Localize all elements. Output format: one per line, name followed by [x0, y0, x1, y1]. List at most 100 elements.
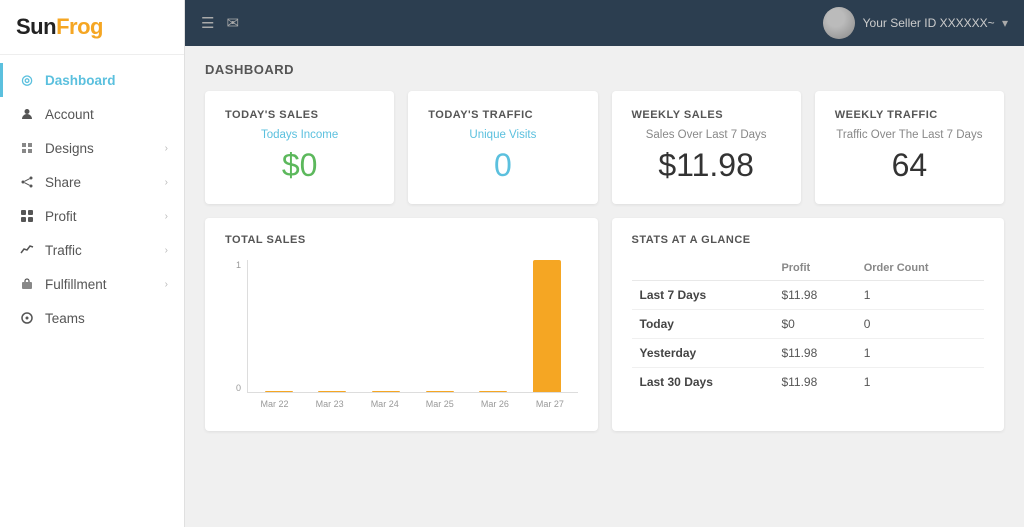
x-label-mar23: Mar 23 [316, 399, 344, 409]
sidebar-item-account[interactable]: Account [0, 97, 184, 131]
x-label-mar24: Mar 24 [371, 399, 399, 409]
mail-icon[interactable]: ✉ [226, 14, 239, 32]
sidebar-item-label-designs: Designs [45, 141, 94, 156]
row-count-yesterday: 1 [856, 339, 984, 368]
row-profit-yesterday: $11.98 [773, 339, 855, 368]
sidebar-item-dashboard[interactable]: ◎ Dashboard [0, 63, 184, 97]
glance-title: STATS AT A GLANCE [632, 234, 985, 246]
row-profit-today: $0 [773, 310, 855, 339]
stat-value-todays-traffic: 0 [428, 147, 577, 184]
topbar: ☰ ✉ Your Seller ID XXXXXX~ ▾ [185, 0, 1024, 46]
sidebar-item-label-teams: Teams [45, 311, 85, 326]
row-profit-last7: $11.98 [773, 281, 855, 310]
stat-title-todays-traffic: TODAY'S TRAFFIC [428, 109, 577, 121]
sidebar-item-share[interactable]: Share › [0, 165, 184, 199]
stat-value-weekly-sales: $11.98 [632, 147, 781, 184]
table-row: Last 7 Days $11.98 1 [632, 281, 985, 310]
bar-group-mar27 [533, 260, 561, 392]
sidebar-item-label-traffic: Traffic [45, 243, 82, 258]
row-profit-last30: $11.98 [773, 368, 855, 397]
account-icon [19, 106, 35, 122]
y-label-1: 1 [236, 260, 241, 270]
stat-subtitle-weekly-traffic: Traffic Over The Last 7 Days [835, 129, 984, 141]
table-row: Yesterday $11.98 1 [632, 339, 985, 368]
main-area: ☰ ✉ Your Seller ID XXXXXX~ ▾ DASHBOARD T… [185, 0, 1024, 527]
sidebar-item-label-share: Share [45, 175, 81, 190]
stat-card-weekly-traffic: WEEKLY TRAFFIC Traffic Over The Last 7 D… [815, 91, 1004, 204]
stat-card-weekly-sales: WEEKLY SALES Sales Over Last 7 Days $11.… [612, 91, 801, 204]
stat-title-weekly-sales: WEEKLY SALES [632, 109, 781, 121]
bar-mar24 [372, 391, 400, 392]
stat-title-todays-sales: TODAY'S SALES [225, 109, 374, 121]
bars-container [252, 260, 574, 392]
bar-group-mar23 [318, 260, 346, 392]
seller-label: Your Seller ID [863, 16, 937, 30]
avatar [823, 7, 855, 39]
sidebar-item-fulfillment[interactable]: Fulfillment › [0, 267, 184, 301]
sidebar: SunFrog ◎ Dashboard Account Designs [0, 0, 185, 527]
bars-area [247, 260, 578, 393]
bar-group-mar26 [479, 260, 507, 392]
stat-subtitle-todays-sales: Todays Income [225, 129, 374, 141]
chevron-right-icon-traffic: › [165, 245, 168, 256]
bar-mar23 [318, 391, 346, 392]
share-icon [19, 174, 35, 190]
row-count-last30: 1 [856, 368, 984, 397]
x-label-mar27: Mar 27 [536, 399, 564, 409]
menu-icon[interactable]: ☰ [201, 14, 214, 32]
x-label-mar22: Mar 22 [261, 399, 289, 409]
seller-dropdown-icon[interactable]: ▾ [1002, 16, 1008, 30]
topbar-left: ☰ ✉ [201, 14, 239, 32]
chevron-right-icon: › [165, 143, 168, 154]
chart-title: TOTAL SALES [225, 234, 578, 246]
stat-value-weekly-traffic: 64 [835, 147, 984, 184]
table-row: Last 30 Days $11.98 1 [632, 368, 985, 397]
sidebar-item-traffic[interactable]: Traffic › [0, 233, 184, 267]
stat-card-todays-sales: TODAY'S SALES Todays Income $0 [205, 91, 394, 204]
bar-group-mar22 [265, 260, 293, 392]
sidebar-item-label-profit: Profit [45, 209, 77, 224]
chevron-right-icon-profit: › [165, 211, 168, 222]
page-title: DASHBOARD [205, 62, 1004, 77]
y-axis: 1 0 [225, 260, 245, 393]
x-label-mar26: Mar 26 [481, 399, 509, 409]
chevron-right-icon-share: › [165, 177, 168, 188]
col-header-order-count: Order Count [856, 258, 984, 281]
chevron-right-icon-fulfillment: › [165, 279, 168, 290]
stats-row: TODAY'S SALES Todays Income $0 TODAY'S T… [205, 91, 1004, 204]
content-area: DASHBOARD TODAY'S SALES Todays Income $0… [185, 46, 1024, 527]
designs-icon [19, 140, 35, 156]
bottom-row: TOTAL SALES 1 0 [205, 218, 1004, 431]
sidebar-item-label-fulfillment: Fulfillment [45, 277, 107, 292]
profit-icon [19, 208, 35, 224]
table-row: Today $0 0 [632, 310, 985, 339]
bar-group-mar25 [426, 260, 454, 392]
stat-card-todays-traffic: TODAY'S TRAFFIC Unique Visits 0 [408, 91, 597, 204]
dashboard-icon: ◎ [19, 72, 35, 88]
chart-area: 1 0 [225, 260, 578, 415]
row-label-today: Today [632, 310, 774, 339]
logo: SunFrog [0, 0, 184, 55]
stat-title-weekly-traffic: WEEKLY TRAFFIC [835, 109, 984, 121]
sidebar-item-profit[interactable]: Profit › [0, 199, 184, 233]
row-label-last30: Last 30 Days [632, 368, 774, 397]
stat-subtitle-weekly-sales: Sales Over Last 7 Days [632, 129, 781, 141]
y-label-0: 0 [236, 383, 241, 393]
bar-mar22 [265, 391, 293, 392]
sidebar-item-teams[interactable]: Teams [0, 301, 184, 335]
sidebar-item-label-account: Account [45, 107, 94, 122]
bar-mar25 [426, 391, 454, 392]
bar-group-mar24 [372, 260, 400, 392]
seller-id-value: XXXXXX~ [940, 16, 995, 30]
avatar-image [823, 7, 855, 39]
bar-mar27 [533, 260, 561, 392]
bar-mar26 [479, 391, 507, 392]
stats-at-a-glance: STATS AT A GLANCE Profit Order Count Las… [612, 218, 1005, 431]
sidebar-item-label-dashboard: Dashboard [45, 73, 116, 88]
stat-value-todays-sales: $0 [225, 147, 374, 184]
traffic-icon [19, 242, 35, 258]
brand-sun: Sun [16, 14, 56, 39]
row-count-today: 0 [856, 310, 984, 339]
x-label-mar25: Mar 25 [426, 399, 454, 409]
sidebar-item-designs[interactable]: Designs › [0, 131, 184, 165]
